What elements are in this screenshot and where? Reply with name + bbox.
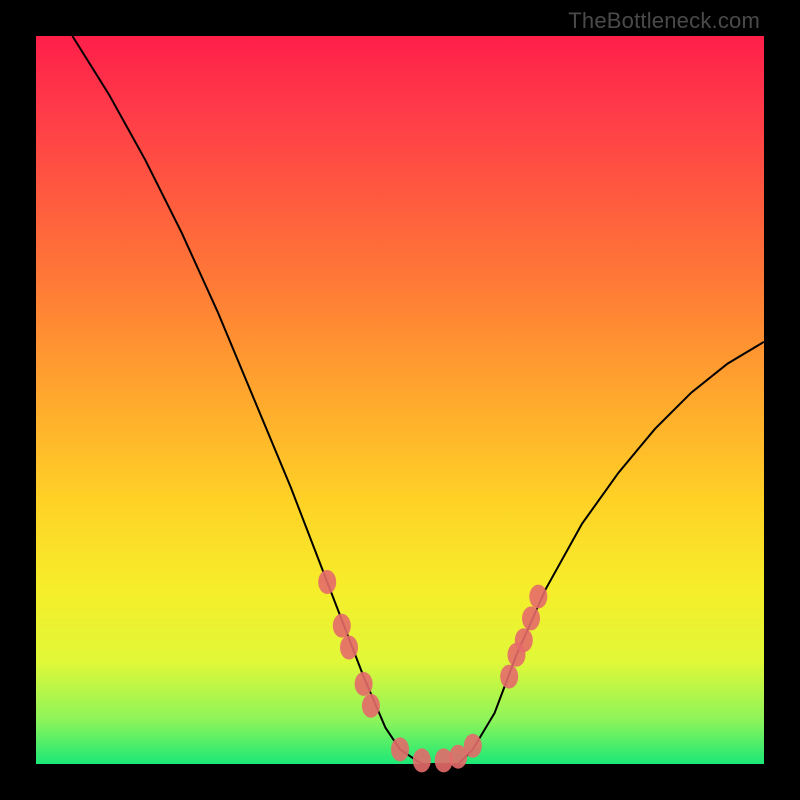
data-marker: [515, 628, 533, 652]
data-marker: [391, 737, 409, 761]
curve-layer: [36, 36, 764, 764]
data-marker: [522, 606, 540, 630]
data-marker: [333, 614, 351, 638]
data-marker: [464, 734, 482, 758]
data-marker: [340, 636, 358, 660]
chart-frame: TheBottleneck.com: [0, 0, 800, 800]
data-marker: [355, 672, 373, 696]
data-marker: [362, 694, 380, 718]
data-marker: [413, 748, 431, 772]
plot-area: [36, 36, 764, 764]
bottleneck-curve: [72, 36, 764, 764]
data-marker: [318, 570, 336, 594]
data-marker: [500, 665, 518, 689]
data-marker: [529, 585, 547, 609]
attribution-text: TheBottleneck.com: [568, 8, 760, 34]
